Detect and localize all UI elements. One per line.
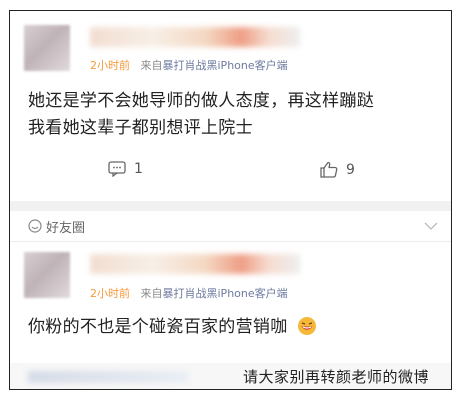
- source-prefix: 来自: [140, 287, 163, 300]
- post-card: 2小时前 来自暴打肖战黑iPhone客户端 你粉的不也是个碰瓷百家的营销咖: [10, 242, 451, 342]
- post-source[interactable]: 暴打肖战黑iPhone客户端: [163, 287, 288, 300]
- post-body: 她还是学不会她导师的做人态度，再这样蹦跶 我看她这辈子都别想评上院士: [28, 88, 374, 142]
- screenshot-frame: 2小时前 来自暴打肖战黑iPhone客户端 她还是学不会她导师的做人态度，再这样…: [9, 10, 452, 390]
- post-body: 你粉的不也是个碰瓷百家的营销咖: [28, 314, 317, 341]
- post-meta: 2小时前 来自暴打肖战黑iPhone客户端: [90, 285, 288, 301]
- blurred-content: [28, 371, 188, 383]
- laughing-emoji-icon: [298, 317, 317, 335]
- like-button[interactable]: 9: [320, 161, 355, 178]
- avatar[interactable]: [24, 25, 70, 71]
- post-body-line: 你粉的不也是个碰瓷百家的营销咖: [28, 317, 288, 337]
- friends-circle-label: 好友圈: [46, 221, 86, 236]
- caption-band: 请大家别再转颜老师的微博: [10, 363, 451, 389]
- chevron-down-icon[interactable]: [424, 222, 438, 230]
- post-source[interactable]: 暴打肖战黑iPhone客户端: [163, 59, 288, 72]
- post-body-line: 我看她这辈子都别想评上院士: [28, 118, 253, 138]
- comment-icon: [108, 161, 126, 177]
- section-divider: [10, 201, 451, 211]
- post-time: 2小时前: [90, 287, 130, 300]
- post-time: 2小时前: [90, 59, 130, 72]
- comment-count: 1: [134, 161, 143, 177]
- post-meta: 2小时前 来自暴打肖战黑iPhone客户端: [90, 57, 288, 73]
- source-prefix: 来自: [140, 59, 163, 72]
- username-blurred[interactable]: [90, 254, 300, 274]
- smiley-icon: [28, 219, 42, 233]
- post-card: 2小时前 来自暴打肖战黑iPhone客户端 她还是学不会她导师的做人态度，再这样…: [10, 11, 451, 201]
- thumbs-up-icon: [320, 161, 338, 178]
- like-count: 9: [346, 161, 355, 178]
- caption-text: 请大家别再转颜老师的微博: [242, 368, 429, 386]
- comment-button[interactable]: 1: [108, 161, 143, 177]
- friends-circle-header[interactable]: 好友圈: [10, 211, 451, 242]
- username-blurred[interactable]: [90, 27, 300, 47]
- avatar[interactable]: [24, 252, 70, 298]
- post-body-line: 她还是学不会她导师的做人态度，再这样蹦跶: [28, 91, 374, 111]
